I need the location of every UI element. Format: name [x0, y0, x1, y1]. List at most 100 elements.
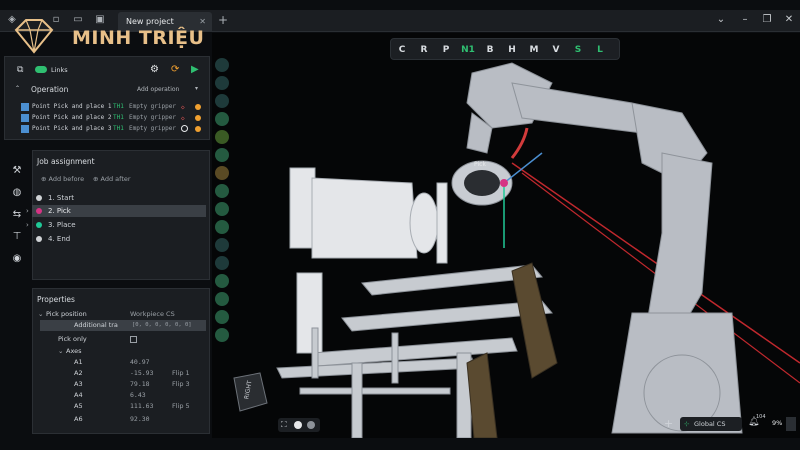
- scene-render: Pick RIGHT: [233, 62, 800, 438]
- diamond-logo-icon: [14, 19, 54, 54]
- tool-n1-button[interactable]: N1: [461, 43, 475, 57]
- operation-icon: [21, 103, 29, 111]
- operation-icon: [21, 125, 29, 133]
- add-operation-button[interactable]: Add operation: [137, 86, 179, 93]
- additional-transform-row[interactable]: Additional tra [0, 0, 0, 0, 0, 0]: [40, 320, 206, 331]
- reload-icon[interactable]: ⟳: [171, 64, 179, 75]
- gripper-icon[interactable]: ◍: [10, 186, 24, 200]
- add-before-button[interactable]: ⊕ Add before: [41, 175, 84, 183]
- links-label: Links: [51, 66, 68, 74]
- tool-m-button[interactable]: M: [527, 43, 541, 57]
- flip-5-button[interactable]: Flip 5: [172, 401, 190, 412]
- status-dot: [195, 104, 201, 110]
- layers-icon[interactable]: [215, 220, 229, 234]
- fit-view-icon[interactable]: ⛶: [281, 420, 287, 430]
- robot-icon[interactable]: [215, 76, 229, 90]
- bottom-strip: [0, 438, 800, 450]
- tool-l-button[interactable]: L: [593, 43, 607, 57]
- job-dot: [36, 208, 42, 214]
- job-item-end[interactable]: 4. End: [32, 233, 206, 245]
- target-icon[interactable]: ◉: [10, 252, 24, 266]
- tool-s-button[interactable]: S: [571, 43, 585, 57]
- job-item-place[interactable]: › 3. Place: [26, 219, 206, 231]
- chevron-right-icon[interactable]: ›: [26, 205, 29, 217]
- pick-only-row: Pick only: [38, 334, 206, 345]
- sphere-view-icon[interactable]: [294, 421, 302, 429]
- chevron-down-icon[interactable]: ⌄: [58, 346, 63, 357]
- view-cube[interactable]: RIGHT: [233, 372, 268, 412]
- tool-c-button[interactable]: C: [395, 43, 409, 57]
- operation-row-2[interactable]: Point Pick and place 2 TH1 Empty gripper…: [21, 113, 211, 123]
- axes-icon[interactable]: [215, 184, 229, 198]
- add-after-button[interactable]: ⊕ Add after: [93, 175, 131, 183]
- robot-arm-icon[interactable]: ⚒: [10, 164, 24, 178]
- table-icon[interactable]: [215, 310, 229, 324]
- axes-row[interactable]: ⌄ Axes: [38, 346, 206, 357]
- list-icon[interactable]: [215, 292, 229, 306]
- operation-title: Operation: [31, 85, 69, 94]
- pick-only-checkbox[interactable]: [130, 336, 137, 343]
- coordinate-system-selector[interactable]: ⊹ Global CS: [680, 417, 742, 431]
- link-icon[interactable]: ⧉: [17, 65, 27, 75]
- tool-v-button[interactable]: V: [549, 43, 563, 57]
- cube-icon[interactable]: [215, 94, 229, 108]
- close-window-icon[interactable]: ✕: [782, 14, 796, 25]
- chevron-down-icon[interactable]: ⌄: [714, 14, 728, 25]
- job-dot: [36, 195, 42, 201]
- job-item-pick[interactable]: › 2. Pick: [26, 205, 206, 217]
- operation-row-3[interactable]: Point Pick and place 3 TH1 Empty gripper: [21, 124, 211, 134]
- chevron-right-icon[interactable]: ›: [26, 219, 29, 231]
- dropdown-arrow-icon[interactable]: ▾: [195, 85, 198, 92]
- tool-r-button[interactable]: R: [417, 43, 431, 57]
- circle-icon[interactable]: [215, 238, 229, 252]
- brand-logo: MINH TRIỆU: [10, 16, 230, 56]
- perf-percent: 9%: [772, 419, 783, 427]
- 3d-viewport[interactable]: Pick RIGHT: [212, 33, 800, 438]
- job-item-start[interactable]: 1. Start: [32, 192, 206, 204]
- axis-row-a1[interactable]: A1 40.97: [38, 357, 206, 368]
- wave-icon[interactable]: [215, 256, 229, 270]
- collapse-caret-icon[interactable]: ⌃: [15, 85, 20, 92]
- play-icon[interactable]: ▶: [191, 64, 199, 75]
- gear-icon[interactable]: ⚙: [150, 64, 159, 75]
- axes-icon: ⊹: [684, 420, 690, 428]
- panel-toggle-icon[interactable]: [786, 417, 796, 431]
- logo-text: MINH TRIỆU: [72, 27, 205, 49]
- axis-row-a3[interactable]: A3 79.18 Flip 3: [38, 379, 206, 390]
- light-icon[interactable]: [215, 130, 229, 144]
- minimize-icon[interactable]: –: [738, 14, 752, 25]
- status-diamond-icon: ◇: [181, 115, 185, 122]
- chart-icon[interactable]: [215, 328, 229, 342]
- tool-icon[interactable]: ⊤: [10, 230, 24, 244]
- pick-marker-label: Pick: [474, 161, 486, 168]
- axis-row-a5[interactable]: A5 111.63 Flip 5: [38, 401, 206, 412]
- operation-row-1[interactable]: Point Pick and place 1 TH1 Empty gripper…: [21, 102, 211, 112]
- tool-p-button[interactable]: P: [439, 43, 453, 57]
- grid-icon[interactable]: [215, 166, 229, 180]
- axis-row-a6[interactable]: A6 92.30: [38, 414, 206, 425]
- camera-icon[interactable]: [215, 58, 229, 72]
- chat-icon[interactable]: [215, 274, 229, 288]
- path-icon[interactable]: [215, 202, 229, 216]
- flip-1-button[interactable]: Flip 1: [172, 368, 190, 379]
- maximize-icon[interactable]: ❐: [760, 14, 774, 25]
- tree-icon[interactable]: [215, 112, 229, 126]
- perf-count: 104: [756, 414, 766, 420]
- chevron-down-icon[interactable]: ⌄: [38, 309, 43, 320]
- axis-row-a2[interactable]: A2 -15.93 Flip 1: [38, 368, 206, 379]
- links-toggle[interactable]: [35, 66, 47, 73]
- job-dot: [36, 222, 42, 228]
- shade-view-icon[interactable]: [307, 421, 315, 429]
- flip-3-button[interactable]: Flip 3: [172, 379, 190, 390]
- anchor-icon[interactable]: [215, 148, 229, 162]
- properties-title: Properties: [37, 295, 75, 304]
- axis-row-a4[interactable]: A4 6.43: [38, 390, 206, 401]
- viewport-top-toolbar: C R P N1 B H M V S L: [390, 38, 620, 60]
- add-view-button[interactable]: +: [664, 417, 673, 430]
- status-dot: [195, 115, 201, 121]
- tool-b-button[interactable]: B: [483, 43, 497, 57]
- status-dot: [195, 126, 201, 132]
- tool-h-button[interactable]: H: [505, 43, 519, 57]
- transform-icon[interactable]: ⇆: [10, 208, 24, 222]
- pick-position-row[interactable]: ⌄ Pick position Workpiece CS: [38, 309, 206, 320]
